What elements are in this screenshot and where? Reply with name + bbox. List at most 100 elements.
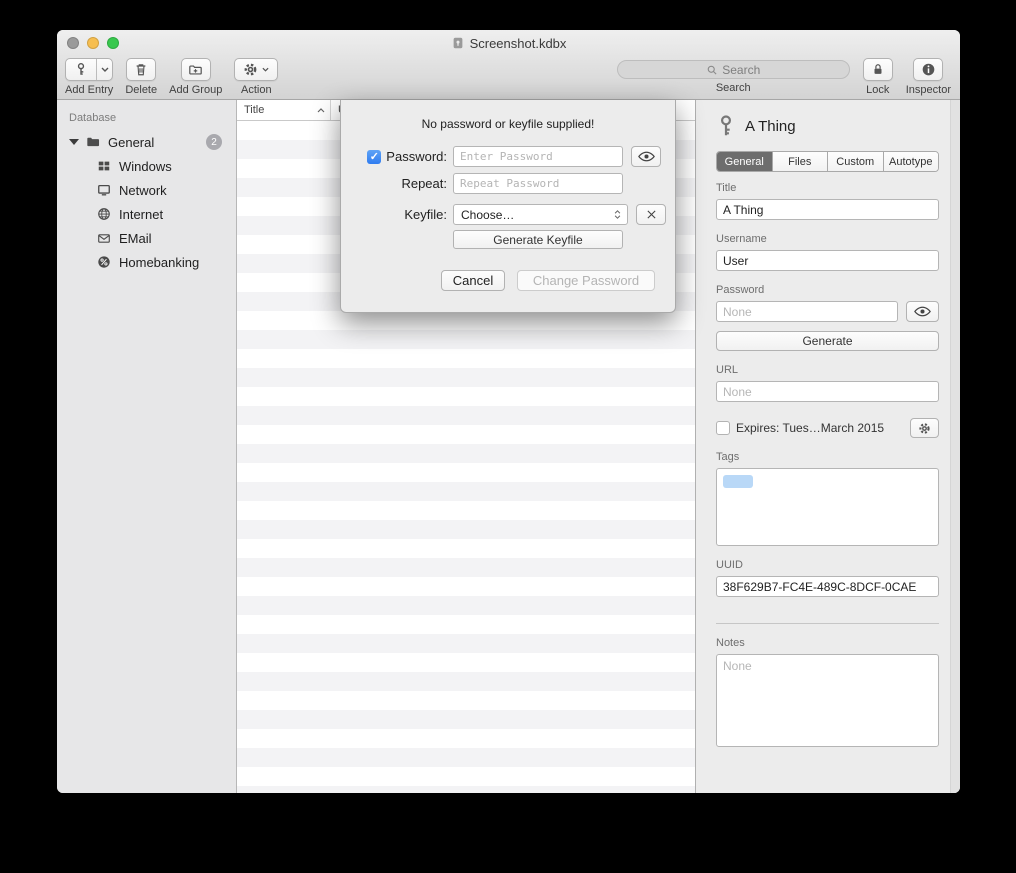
inspector-button[interactable] [913, 58, 943, 81]
eye-icon [638, 151, 655, 162]
tags-label: Tags [716, 451, 939, 463]
password-input[interactable] [453, 146, 623, 167]
eye-icon [914, 306, 931, 317]
inspector-tool: Inspector [906, 58, 951, 96]
sidebar-item-label: Network [119, 183, 167, 198]
add-entry-button[interactable] [65, 58, 113, 81]
tab-autotype[interactable]: Autotype [884, 152, 939, 171]
tag-chip[interactable] [723, 475, 753, 488]
close-button[interactable] [67, 37, 79, 49]
add-group-label: Add Group [169, 84, 222, 96]
lock-button[interactable] [863, 58, 893, 81]
uuid-field[interactable] [716, 576, 939, 597]
trash-icon [134, 62, 148, 77]
sidebar-item-network[interactable]: Network [57, 178, 236, 202]
sidebar-header: Database [57, 100, 236, 130]
keyfile-selected-value: Choose… [454, 208, 609, 222]
uuid-label: UUID [716, 559, 939, 571]
password-field[interactable] [716, 301, 898, 322]
tab-custom[interactable]: Custom [828, 152, 884, 171]
search-input[interactable]: Search [617, 60, 850, 79]
sidebar-item-internet[interactable]: Internet [57, 202, 236, 226]
username-field[interactable] [716, 250, 939, 271]
minimize-button[interactable] [87, 37, 99, 49]
notes-field[interactable] [716, 654, 939, 747]
inspector-scrollbar[interactable] [950, 100, 960, 793]
add-entry-tool: Add Entry [65, 58, 113, 96]
reveal-password-button[interactable] [906, 301, 939, 322]
app-window: Screenshot.kdbx Add Entr [57, 30, 960, 793]
expires-row: Expires: Tues…March 2015 [716, 418, 939, 438]
generate-keyfile-button[interactable]: Generate Keyfile [453, 230, 623, 249]
password-label-group: ✓ Password: [363, 149, 447, 164]
generate-password-button[interactable]: Generate [716, 331, 939, 351]
sidebar-item-email[interactable]: EMail [57, 226, 236, 250]
notes-label: Notes [716, 637, 939, 649]
column-header-title[interactable]: Title [237, 100, 331, 120]
search-placeholder: Search [722, 63, 760, 77]
action-button[interactable] [234, 58, 278, 81]
title-field-label: Title [716, 182, 939, 194]
gear-icon [243, 62, 258, 77]
zoom-button[interactable] [107, 37, 119, 49]
info-icon [921, 62, 936, 77]
inspector-content: A Thing General Files Custom Autotype Ti… [696, 100, 960, 752]
lock-icon [871, 62, 885, 77]
sort-ascending-icon [317, 108, 325, 113]
key-icon [66, 59, 96, 80]
toolbar-left-group: Add Entry Delete [65, 58, 278, 96]
title-field[interactable] [716, 199, 939, 220]
stepper-arrows-icon [609, 210, 627, 219]
delete-label: Delete [125, 84, 157, 96]
gear-icon [918, 422, 931, 435]
tab-files[interactable]: Files [773, 152, 829, 171]
password-checkbox[interactable]: ✓ [367, 150, 381, 164]
document-proxy-icon [451, 36, 465, 50]
toolbar: Add Entry Delete [57, 56, 960, 99]
column-title-label: Title [244, 104, 264, 116]
keyfile-row: Keyfile: Choose… [341, 204, 675, 225]
expires-settings-button[interactable] [910, 418, 939, 438]
clear-keyfile-button[interactable] [636, 204, 666, 225]
inspector-tabs: General Files Custom Autotype [716, 151, 939, 172]
sidebar: Database General 2 Windows [57, 100, 237, 793]
sidebar-item-label: Homebanking [119, 255, 199, 270]
password-row: ✓ Password: [341, 146, 675, 167]
desktop-background: Screenshot.kdbx Add Entr [0, 0, 1016, 873]
sidebar-item-windows[interactable]: Windows [57, 154, 236, 178]
generate-keyfile-row: Generate Keyfile [341, 230, 675, 249]
inspector-label: Inspector [906, 84, 951, 96]
reveal-password-button[interactable] [631, 146, 661, 167]
cancel-button[interactable]: Cancel [441, 270, 505, 291]
sidebar-item-label: Internet [119, 207, 163, 222]
chevron-down-icon [262, 67, 269, 72]
inspector-header: A Thing [716, 113, 939, 139]
action-label: Action [241, 84, 272, 96]
lock-tool: Lock [863, 58, 893, 96]
expires-label: Expires: Tues…March 2015 [736, 421, 904, 435]
keyfile-popup-button[interactable]: Choose… [453, 204, 628, 225]
delete-button[interactable] [126, 58, 156, 81]
count-badge: 2 [206, 134, 222, 150]
add-entry-label: Add Entry [65, 84, 113, 96]
password-field-label: Password [716, 284, 939, 296]
expires-checkbox[interactable] [716, 421, 730, 435]
repeat-row: Repeat: [341, 173, 675, 194]
url-field[interactable] [716, 381, 939, 402]
repeat-password-input[interactable] [453, 173, 623, 194]
toolbar-right-group: Search Search Lock [617, 58, 951, 96]
tab-general[interactable]: General [717, 152, 773, 171]
add-group-button[interactable] [181, 58, 211, 81]
sidebar-item-label: Windows [119, 159, 172, 174]
add-entry-dropdown-arrow[interactable] [96, 59, 112, 80]
search-icon [706, 64, 718, 76]
action-tool: Action [234, 58, 278, 96]
sidebar-item-general[interactable]: General 2 [57, 130, 236, 154]
tags-field[interactable] [716, 468, 939, 546]
percent-coin-icon [97, 255, 111, 269]
username-field-label: Username [716, 233, 939, 245]
change-password-button[interactable]: Change Password [517, 270, 655, 291]
disclosure-triangle-icon[interactable] [69, 139, 79, 145]
sheet-buttons: Cancel Change Password [441, 270, 655, 291]
sidebar-item-homebanking[interactable]: Homebanking [57, 250, 236, 274]
